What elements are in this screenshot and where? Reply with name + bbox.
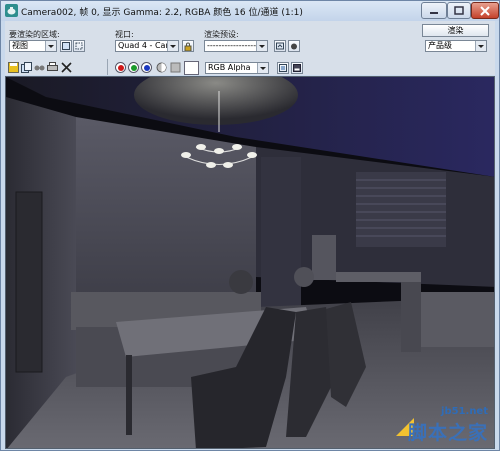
area-to-render-value: 视图 xyxy=(12,41,28,50)
red-channel-toggle[interactable] xyxy=(115,62,126,73)
watermark-site: jb51.net xyxy=(441,406,488,417)
green-channel-dot xyxy=(130,64,137,71)
render-frame-window: Camera002, 帧 0, 显示 Gamma: 2.2, RGBA 颜色 1… xyxy=(0,0,500,451)
watermark-brand: 脚本之家 xyxy=(407,422,488,444)
chevron-down-icon xyxy=(475,41,486,51)
viewport-label: 视口: xyxy=(115,30,134,39)
print-image-icon[interactable] xyxy=(47,62,58,73)
close-icon xyxy=(480,5,490,16)
close-button[interactable] xyxy=(471,2,499,19)
window-icon xyxy=(279,64,287,72)
panel-icon xyxy=(293,64,301,72)
alpha-channel-icon[interactable] xyxy=(156,62,167,73)
render-button-label: 渲染 xyxy=(447,26,464,35)
edit-region-button[interactable] xyxy=(60,40,72,52)
clone-window-icon[interactable] xyxy=(34,62,45,73)
viewport-dropdown[interactable]: Quad 4 - Cameral xyxy=(115,40,179,52)
blue-channel-toggle[interactable] xyxy=(141,62,152,73)
area-to-render-label: 要渲染的区域: xyxy=(9,30,60,39)
area-to-render-dropdown[interactable]: 视图 xyxy=(9,40,57,52)
save-image-icon[interactable] xyxy=(8,62,19,73)
region-icon xyxy=(62,42,70,50)
render-button[interactable]: 渲染 xyxy=(422,24,489,37)
clear-icon[interactable] xyxy=(61,62,72,73)
minimize-button[interactable] xyxy=(421,2,447,19)
toolbar-divider xyxy=(107,59,108,75)
maximize-icon xyxy=(454,6,464,15)
lock-viewport-button[interactable] xyxy=(182,40,194,52)
chevron-down-icon xyxy=(256,41,267,51)
background-color-swatch[interactable] xyxy=(184,61,199,75)
monochrome-icon[interactable] xyxy=(170,62,181,73)
render-setup-icon xyxy=(276,42,284,50)
watermark: jb51.net 脚本之家 xyxy=(394,402,490,444)
teapot-icon xyxy=(291,43,297,50)
toggle-ui-overlay-button[interactable] xyxy=(277,62,289,74)
render-mode-dropdown[interactable]: 产品级 xyxy=(425,40,487,52)
display-channel-dropdown[interactable]: RGB Alpha xyxy=(205,62,269,74)
window-title: Camera002, 帧 0, 显示 Gamma: 2.2, RGBA 颜色 1… xyxy=(21,8,303,18)
environment-button[interactable] xyxy=(288,40,300,52)
chevron-down-icon xyxy=(45,41,56,51)
lock-icon xyxy=(184,42,192,51)
render-setup-button[interactable] xyxy=(274,40,286,52)
minimize-icon xyxy=(430,11,438,14)
blue-channel-dot xyxy=(143,64,150,71)
render-mode-value: 产品级 xyxy=(428,41,452,50)
toggle-ui-button[interactable] xyxy=(291,62,303,74)
maximize-button[interactable] xyxy=(447,2,471,19)
red-channel-dot xyxy=(117,64,124,71)
crop-icon xyxy=(75,42,83,50)
auto-region-button[interactable] xyxy=(73,40,85,52)
green-channel-toggle[interactable] xyxy=(128,62,139,73)
display-channel-value: RGB Alpha xyxy=(208,63,251,72)
chevron-down-icon xyxy=(167,41,178,51)
render-preset-dropdown[interactable]: ------------------- xyxy=(204,40,268,52)
render-preset-value: ------------------- xyxy=(207,41,262,50)
render-preset-label: 渲染预设: xyxy=(204,30,239,39)
chevron-down-icon xyxy=(257,63,268,73)
title-bar: Camera002, 帧 0, 显示 Gamma: 2.2, RGBA 颜色 1… xyxy=(1,1,499,21)
rendered-image-viewport[interactable]: jb51.net 脚本之家 xyxy=(5,76,495,449)
copy-image-icon[interactable] xyxy=(21,62,32,73)
rendered-kitchen-scene xyxy=(6,77,494,448)
app-teapot-icon xyxy=(5,4,18,17)
